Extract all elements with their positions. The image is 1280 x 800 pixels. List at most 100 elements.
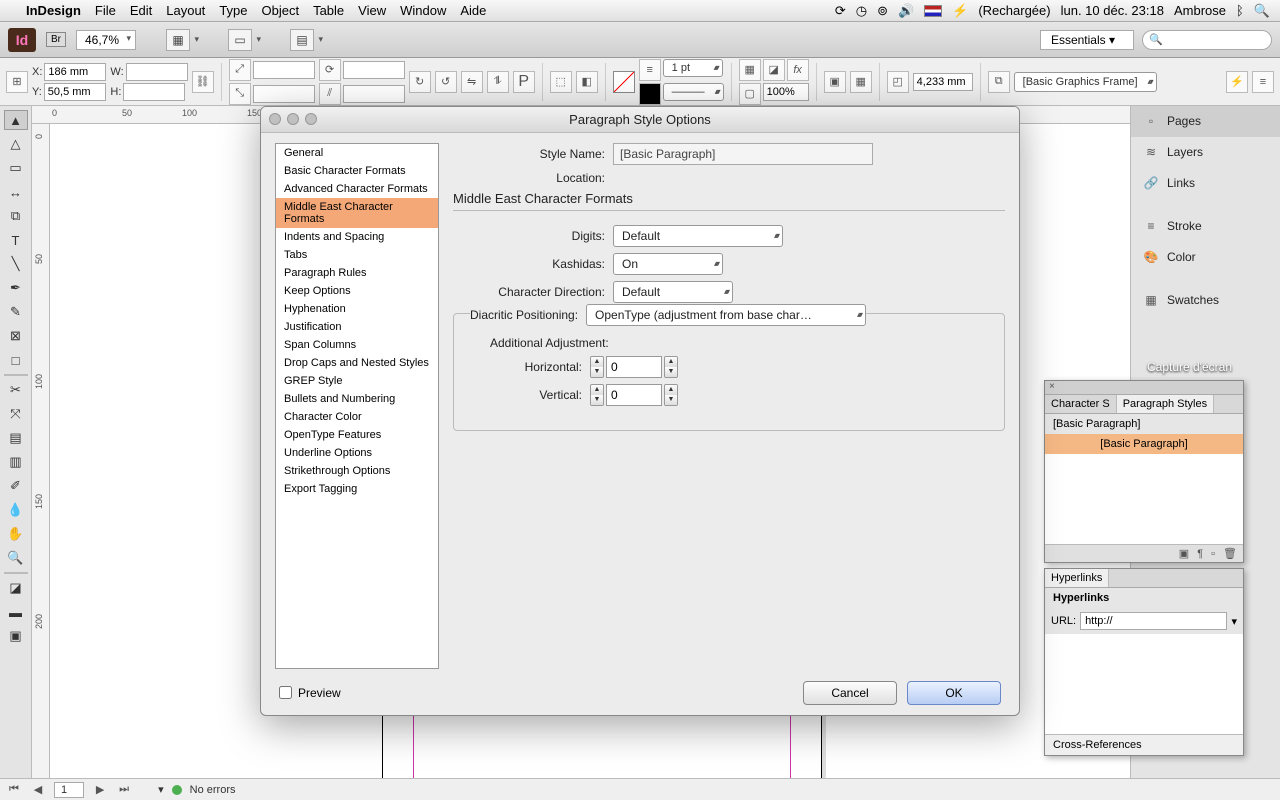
- object-style-select[interactable]: [Basic Graphics Frame]: [1014, 72, 1157, 92]
- select-content-icon[interactable]: ◧: [576, 71, 598, 93]
- panel-pages[interactable]: ▫Pages: [1131, 106, 1280, 137]
- cat-strikethrough-options[interactable]: Strikethrough Options: [276, 462, 438, 480]
- horizontal-stepper[interactable]: ▲▼ ▲▼: [590, 356, 678, 378]
- stroke-weight-select[interactable]: 1 pt: [663, 59, 723, 77]
- cat-hyphenation[interactable]: Hyphenation: [276, 300, 438, 318]
- workspace-switcher[interactable]: Essentials ▾: [1040, 30, 1134, 50]
- new-style-group-icon[interactable]: ▣: [1179, 547, 1189, 560]
- preflight-status-icon[interactable]: [172, 785, 182, 795]
- help-search-input[interactable]: 🔍: [1142, 30, 1272, 50]
- panel-close-icon[interactable]: ×: [1045, 381, 1243, 395]
- rotate-90-cw-icon[interactable]: ↻: [409, 71, 431, 93]
- menu-help[interactable]: Aide: [460, 3, 486, 18]
- cat-basic-character-formats[interactable]: Basic Character Formats: [276, 162, 438, 180]
- window-minimize-icon[interactable]: [287, 113, 299, 125]
- sync-icon[interactable]: ⟳: [835, 3, 846, 19]
- arrange-documents-button[interactable]: ▤: [290, 29, 314, 51]
- stepper-up-icon[interactable]: ▲: [591, 357, 603, 367]
- note-tool[interactable]: ✐: [4, 476, 28, 496]
- cat-span-columns[interactable]: Span Columns: [276, 336, 438, 354]
- stepper-down-icon[interactable]: ▼: [665, 367, 677, 377]
- window-zoom-icon[interactable]: [305, 113, 317, 125]
- menu-type[interactable]: Type: [219, 3, 247, 18]
- page-tool[interactable]: ▭: [4, 158, 28, 178]
- cat-advanced-character-formats[interactable]: Advanced Character Formats: [276, 180, 438, 198]
- flip-vertical-icon[interactable]: ⥮: [487, 71, 509, 93]
- free-transform-tool[interactable]: ⤧: [4, 404, 28, 424]
- diacritic-positioning-select[interactable]: OpenType (adjustment from base char…: [586, 304, 866, 326]
- drop-shadow-icon[interactable]: ◪: [763, 59, 785, 81]
- pen-tool[interactable]: ✒: [4, 278, 28, 298]
- new-style-icon[interactable]: ▫: [1211, 548, 1215, 560]
- cat-drop-caps[interactable]: Drop Caps and Nested Styles: [276, 354, 438, 372]
- rectangle-frame-tool[interactable]: ⊠: [4, 326, 28, 346]
- vertical-ruler[interactable]: 0 50 100 150 200: [32, 124, 50, 778]
- menu-edit[interactable]: Edit: [130, 3, 152, 18]
- menu-object[interactable]: Object: [262, 3, 300, 18]
- battery-icon[interactable]: ⚡: [952, 3, 968, 19]
- apply-color-icon[interactable]: ▬: [4, 602, 28, 622]
- cat-bullets-numbering[interactable]: Bullets and Numbering: [276, 390, 438, 408]
- direct-selection-tool[interactable]: △: [4, 134, 28, 154]
- panel-stroke[interactable]: ≡Stroke: [1131, 211, 1280, 242]
- panel-swatches[interactable]: ▦Swatches: [1131, 285, 1280, 316]
- horizontal-input[interactable]: [606, 356, 662, 378]
- height-input[interactable]: [123, 83, 185, 101]
- view-mode-normal-icon[interactable]: ▣: [4, 626, 28, 646]
- digits-select[interactable]: Default: [613, 225, 783, 247]
- vertical-stepper[interactable]: ▲▼ ▲▼: [590, 384, 678, 406]
- tab-character-styles[interactable]: Character S: [1045, 395, 1117, 413]
- cat-export-tagging[interactable]: Export Tagging: [276, 480, 438, 498]
- zoom-tool[interactable]: 🔍: [4, 548, 28, 568]
- ok-button[interactable]: OK: [907, 681, 1001, 705]
- gradient-swatch-tool[interactable]: ▤: [4, 428, 28, 448]
- screen-mode-button[interactable]: ▭: [228, 29, 252, 51]
- rotate-90-ccw-icon[interactable]: ↺: [435, 71, 457, 93]
- input-source-flag-icon[interactable]: [924, 5, 942, 17]
- corner-radius-input[interactable]: [913, 73, 973, 91]
- flip-horizontal-icon[interactable]: ⇋: [461, 71, 483, 93]
- character-direction-select[interactable]: Default: [613, 281, 733, 303]
- app-name[interactable]: InDesign: [26, 3, 81, 18]
- url-dropdown-icon[interactable]: ▾: [1231, 615, 1237, 628]
- reference-point-proxy[interactable]: ⊞: [6, 71, 28, 93]
- bluetooth-icon[interactable]: ᛒ: [1236, 3, 1244, 18]
- quick-apply-icon[interactable]: ⚡: [1226, 71, 1248, 93]
- menu-table[interactable]: Table: [313, 3, 344, 18]
- panel-layers[interactable]: ≋Layers: [1131, 137, 1280, 168]
- container-relative-icon[interactable]: P: [513, 71, 535, 93]
- stepper-down-icon[interactable]: ▼: [591, 367, 603, 377]
- spotlight-icon[interactable]: 🔍: [1254, 3, 1270, 19]
- panel-links[interactable]: 🔗Links: [1131, 168, 1280, 199]
- clear-overrides-icon[interactable]: ¶: [1197, 548, 1203, 560]
- view-options-button[interactable]: ▦: [166, 29, 190, 51]
- text-wrap-bounding-icon[interactable]: ▦: [850, 71, 872, 93]
- stepper-down-icon[interactable]: ▼: [591, 395, 603, 405]
- cat-general[interactable]: General: [276, 144, 438, 162]
- tab-paragraph-styles[interactable]: Paragraph Styles: [1117, 395, 1214, 413]
- rotate-input[interactable]: [343, 61, 405, 79]
- menu-layout[interactable]: Layout: [166, 3, 205, 18]
- cat-grep-style[interactable]: GREP Style: [276, 372, 438, 390]
- cat-justification[interactable]: Justification: [276, 318, 438, 336]
- opacity-input[interactable]: [763, 83, 809, 101]
- pencil-tool[interactable]: ✎: [4, 302, 28, 322]
- bridge-button[interactable]: Br: [46, 32, 66, 47]
- eyedropper-tool[interactable]: 💧: [4, 500, 28, 520]
- type-tool[interactable]: T: [4, 230, 28, 250]
- next-spread-icon[interactable]: ▶: [92, 783, 108, 796]
- cat-underline-options[interactable]: Underline Options: [276, 444, 438, 462]
- zoom-level-dropdown[interactable]: 46,7%: [76, 30, 136, 50]
- gradient-feather-tool[interactable]: ▥: [4, 452, 28, 472]
- clock[interactable]: lun. 10 déc. 23:18: [1061, 3, 1164, 18]
- open-panel-icon[interactable]: ▾: [158, 783, 164, 796]
- fill-stroke-proxy[interactable]: ◪: [4, 578, 28, 598]
- menu-window[interactable]: Window: [400, 3, 446, 18]
- x-input[interactable]: [44, 63, 106, 81]
- gap-tool[interactable]: ↔: [4, 182, 28, 202]
- first-spread-icon[interactable]: ⏮: [6, 783, 22, 796]
- fill-none-icon[interactable]: [613, 71, 635, 93]
- effects-fx-icon[interactable]: fx: [787, 59, 809, 81]
- delete-style-icon[interactable]: 🗑: [1223, 547, 1237, 560]
- tab-hyperlinks[interactable]: Hyperlinks: [1045, 569, 1109, 587]
